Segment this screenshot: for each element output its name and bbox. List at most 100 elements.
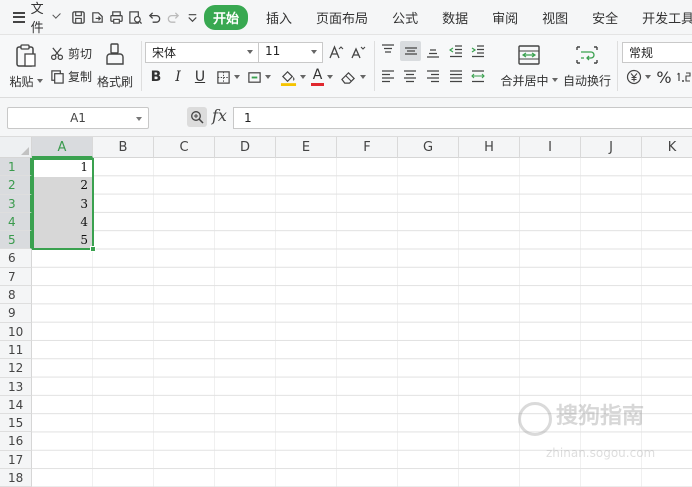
wrap-text-button[interactable]: 自动换行 [562, 41, 612, 91]
paste-button[interactable]: 粘贴 [8, 41, 44, 91]
increase-indent-button[interactable] [468, 41, 488, 61]
copy-button[interactable]: 复制 [50, 67, 92, 85]
format-painter-button[interactable]: 格式刷 [96, 41, 134, 91]
align-right-button[interactable] [423, 66, 443, 86]
justify-button[interactable] [446, 66, 466, 86]
align-left-icon [382, 70, 394, 83]
decrease-indent-button[interactable] [446, 41, 466, 61]
column-header-a[interactable]: A [32, 137, 93, 158]
print-button[interactable] [109, 6, 124, 28]
undo-button[interactable] [147, 6, 162, 28]
row-header-4[interactable]: 4 [0, 212, 32, 232]
tab-view[interactable]: 视图 [542, 8, 568, 27]
row-header-17[interactable]: 17 [0, 450, 32, 470]
insert-function-button[interactable]: fx [212, 106, 227, 125]
column-header-i[interactable]: I [520, 137, 581, 158]
row-header-13[interactable]: 13 [0, 377, 32, 396]
column-header-g[interactable]: G [398, 137, 459, 158]
chevron-down-icon [51, 9, 61, 19]
align-bottom-button[interactable] [423, 41, 443, 61]
tab-data[interactable]: 数据 [442, 8, 468, 27]
zoom-formula-button[interactable] [187, 107, 207, 127]
tab-formulas[interactable]: 公式 [392, 8, 418, 27]
hamburger-icon [13, 11, 25, 23]
paste-label: 粘贴 [9, 74, 34, 89]
align-middle-button[interactable] [400, 41, 421, 61]
name-box[interactable]: A1 [7, 107, 149, 129]
formula-bar: A1 fx 1 [0, 98, 692, 137]
increase-font-size-button[interactable] [327, 42, 345, 62]
column-header-f[interactable]: F [337, 137, 398, 158]
row-header-15[interactable]: 15 [0, 414, 32, 433]
cell-a3[interactable]: 3 [32, 195, 91, 213]
save-button[interactable] [71, 6, 86, 28]
underline-button[interactable]: U [192, 67, 208, 87]
row-header-9[interactable]: 9 [0, 304, 32, 323]
file-menu[interactable]: 文件 [0, 2, 61, 36]
quick-access-more-button[interactable] [185, 6, 200, 28]
column-header-d[interactable]: D [215, 137, 276, 158]
fill-style-button[interactable] [245, 67, 273, 87]
bold-button[interactable]: B [148, 67, 164, 87]
borders-button[interactable] [214, 67, 242, 87]
cell-a1[interactable]: 1 [32, 158, 91, 176]
font-name-select[interactable]: 宋体 [145, 42, 259, 63]
column-header-h[interactable]: H [459, 137, 520, 158]
row-header-8[interactable]: 8 [0, 286, 32, 305]
chevron-down-icon [327, 75, 333, 79]
cell-area[interactable] [32, 158, 692, 487]
font-size-select[interactable]: 11 [258, 42, 323, 63]
number-format-select[interactable]: 常规 [622, 42, 692, 63]
row-header-11[interactable]: 11 [0, 340, 32, 360]
redo-button[interactable] [166, 6, 181, 28]
formula-input[interactable]: 1 [233, 107, 692, 129]
align-top-button[interactable] [378, 41, 398, 61]
chevron-down-icon [136, 117, 142, 121]
wrap-text-label: 自动换行 [562, 73, 611, 88]
row-header-14[interactable]: 14 [0, 395, 32, 415]
font-color-button[interactable]: A [309, 66, 335, 88]
tab-developer[interactable]: 开发工具 [642, 8, 692, 27]
align-left-button[interactable] [378, 66, 398, 86]
export-button[interactable] [90, 6, 105, 28]
column-header-b[interactable]: B [93, 137, 154, 158]
row-header-5[interactable]: 5 [0, 231, 32, 250]
row-header-1[interactable]: 1 [0, 158, 32, 177]
print-preview-button[interactable] [128, 6, 143, 28]
tab-page-layout[interactable]: 页面布局 [316, 8, 368, 27]
cell-a5[interactable]: 5 [32, 231, 91, 249]
merge-center-button[interactable]: 合并居中 [499, 41, 559, 91]
row-header-16[interactable]: 16 [0, 432, 32, 451]
clear-button[interactable] [338, 67, 368, 87]
currency-button[interactable] [624, 66, 652, 88]
distributed-align-button[interactable] [468, 66, 488, 86]
align-bottom-icon [427, 49, 439, 58]
chevron-down-icon [311, 50, 317, 54]
cut-button[interactable]: 剪切 [50, 44, 92, 62]
cell-a4[interactable]: 4 [32, 213, 91, 231]
row-header-2[interactable]: 2 [0, 176, 32, 195]
column-header-j[interactable]: J [581, 137, 642, 158]
row-header-3[interactable]: 3 [0, 194, 32, 213]
tab-review[interactable]: 审阅 [492, 8, 518, 27]
column-header-e[interactable]: E [276, 137, 337, 158]
cell-a2[interactable]: 2 [32, 176, 91, 194]
row-header-7[interactable]: 7 [0, 267, 32, 287]
row-header-12[interactable]: 12 [0, 359, 32, 378]
italic-button[interactable]: I [170, 67, 186, 87]
align-center-button[interactable] [400, 66, 420, 86]
row-header-6[interactable]: 6 [0, 249, 32, 268]
column-header-c[interactable]: C [154, 137, 215, 158]
row-header-10[interactable]: 10 [0, 322, 32, 341]
fill-color-button[interactable] [278, 66, 308, 88]
decrease-font-size-button[interactable] [349, 42, 367, 62]
tab-home[interactable]: 开始 [204, 4, 249, 30]
tab-insert[interactable]: 插入 [266, 8, 292, 27]
column-header-k[interactable]: K [642, 137, 692, 158]
merge-center-label: 合并居中 [500, 73, 549, 88]
thousands-separator-button[interactable] [676, 66, 692, 88]
row-header-18[interactable]: 18 [0, 469, 32, 487]
tab-security[interactable]: 安全 [592, 8, 618, 27]
select-all-button[interactable] [0, 137, 32, 158]
percent-button[interactable]: % [654, 66, 674, 88]
